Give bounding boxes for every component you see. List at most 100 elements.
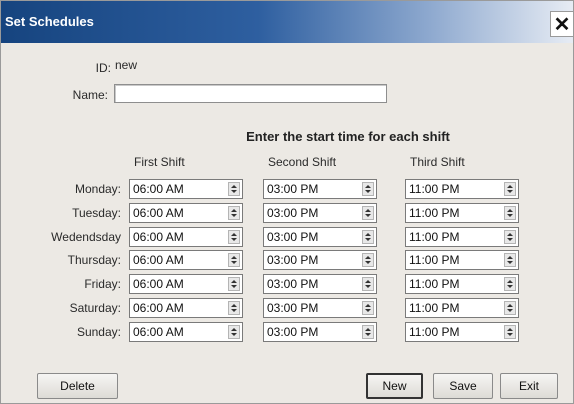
spinner-arrows-icon[interactable] [504, 301, 516, 315]
spinner-arrows-icon[interactable] [362, 325, 374, 339]
arrow-down-icon[interactable] [365, 214, 371, 217]
arrow-down-icon[interactable] [231, 214, 237, 217]
arrow-up-icon[interactable] [231, 185, 237, 188]
spinner-arrows-icon[interactable] [362, 182, 374, 196]
arrow-up-icon[interactable] [507, 256, 513, 259]
time-spinner-second-shift[interactable]: 03:00 PM [263, 203, 377, 223]
set-schedules-dialog: Set Schedules ✕ ID: new Name: Enter the … [0, 0, 574, 404]
arrow-down-icon[interactable] [507, 190, 513, 193]
spinner-arrows-icon[interactable] [504, 277, 516, 291]
spinner-arrows-icon[interactable] [362, 277, 374, 291]
time-spinner-first-shift[interactable]: 06:00 AM [129, 274, 243, 294]
arrow-up-icon[interactable] [231, 256, 237, 259]
arrow-up-icon[interactable] [231, 233, 237, 236]
arrow-down-icon[interactable] [231, 261, 237, 264]
arrow-down-icon[interactable] [231, 238, 237, 241]
arrow-up-icon[interactable] [365, 328, 371, 331]
arrow-down-icon[interactable] [507, 238, 513, 241]
time-value: 11:00 PM [409, 253, 460, 267]
name-field[interactable] [114, 84, 387, 103]
time-spinner-third-shift[interactable]: 11:00 PM [405, 203, 519, 223]
arrow-down-icon[interactable] [231, 190, 237, 193]
time-spinner-second-shift[interactable]: 03:00 PM [263, 227, 377, 247]
time-spinner-first-shift[interactable]: 06:00 AM [129, 203, 243, 223]
arrow-down-icon[interactable] [365, 261, 371, 264]
time-value: 06:00 AM [133, 230, 184, 244]
time-spinner-second-shift[interactable]: 03:00 PM [263, 298, 377, 318]
day-label: Monday: [74, 182, 121, 196]
close-button[interactable]: ✕ [550, 11, 574, 37]
time-spinner-third-shift[interactable]: 11:00 PM [405, 250, 519, 270]
spinner-arrows-icon[interactable] [362, 253, 374, 267]
arrow-down-icon[interactable] [507, 261, 513, 264]
arrow-up-icon[interactable] [507, 209, 513, 212]
arrow-up-icon[interactable] [231, 304, 237, 307]
arrow-down-icon[interactable] [365, 238, 371, 241]
arrow-up-icon[interactable] [365, 185, 371, 188]
arrow-up-icon[interactable] [507, 233, 513, 236]
time-spinner-second-shift[interactable]: 03:00 PM [263, 250, 377, 270]
time-spinner-second-shift[interactable]: 03:00 PM [263, 322, 377, 342]
arrow-up-icon[interactable] [231, 280, 237, 283]
spinner-arrows-icon[interactable] [362, 230, 374, 244]
time-value: 06:00 AM [133, 325, 184, 339]
time-spinner-second-shift[interactable]: 03:00 PM [263, 274, 377, 294]
time-value: 11:00 PM [409, 325, 460, 339]
arrow-down-icon[interactable] [365, 190, 371, 193]
time-spinner-first-shift[interactable]: 06:00 AM [129, 322, 243, 342]
arrow-down-icon[interactable] [507, 333, 513, 336]
spinner-arrows-icon[interactable] [228, 182, 240, 196]
arrow-up-icon[interactable] [365, 280, 371, 283]
spinner-arrows-icon[interactable] [504, 206, 516, 220]
arrow-down-icon[interactable] [507, 214, 513, 217]
spinner-arrows-icon[interactable] [504, 230, 516, 244]
spinner-arrows-icon[interactable] [228, 301, 240, 315]
time-spinner-first-shift[interactable]: 06:00 AM [129, 227, 243, 247]
time-spinner-third-shift[interactable]: 11:00 PM [405, 179, 519, 199]
spinner-arrows-icon[interactable] [362, 301, 374, 315]
spinner-arrows-icon[interactable] [228, 230, 240, 244]
exit-button[interactable]: Exit [500, 373, 558, 399]
day-label: Wedendsday [51, 230, 121, 244]
spinner-arrows-icon[interactable] [228, 325, 240, 339]
arrow-down-icon[interactable] [507, 309, 513, 312]
time-spinner-third-shift[interactable]: 11:00 PM [405, 298, 519, 318]
time-spinner-first-shift[interactable]: 06:00 AM [129, 250, 243, 270]
id-label: ID: [95, 61, 111, 75]
time-spinner-third-shift[interactable]: 11:00 PM [405, 322, 519, 342]
time-spinner-third-shift[interactable]: 11:00 PM [405, 274, 519, 294]
arrow-up-icon[interactable] [507, 328, 513, 331]
time-spinner-third-shift[interactable]: 11:00 PM [405, 227, 519, 247]
arrow-down-icon[interactable] [365, 285, 371, 288]
arrow-down-icon[interactable] [231, 309, 237, 312]
time-spinner-first-shift[interactable]: 06:00 AM [129, 298, 243, 318]
spinner-arrows-icon[interactable] [504, 325, 516, 339]
spinner-arrows-icon[interactable] [228, 253, 240, 267]
arrow-up-icon[interactable] [507, 185, 513, 188]
arrow-up-icon[interactable] [507, 304, 513, 307]
time-spinner-second-shift[interactable]: 03:00 PM [263, 179, 377, 199]
arrow-down-icon[interactable] [365, 309, 371, 312]
delete-button[interactable]: Delete [37, 373, 118, 399]
save-button[interactable]: Save [433, 373, 493, 399]
arrow-down-icon[interactable] [231, 333, 237, 336]
arrow-up-icon[interactable] [231, 209, 237, 212]
id-value: new [115, 58, 138, 72]
time-spinner-first-shift[interactable]: 06:00 AM [129, 179, 243, 199]
new-button[interactable]: New [366, 373, 423, 399]
spinner-arrows-icon[interactable] [504, 182, 516, 196]
arrow-up-icon[interactable] [365, 304, 371, 307]
spinner-arrows-icon[interactable] [362, 206, 374, 220]
arrow-up-icon[interactable] [507, 280, 513, 283]
spinner-arrows-icon[interactable] [228, 206, 240, 220]
arrow-down-icon[interactable] [507, 285, 513, 288]
spinner-arrows-icon[interactable] [228, 277, 240, 291]
arrow-down-icon[interactable] [365, 333, 371, 336]
arrow-down-icon[interactable] [231, 285, 237, 288]
arrow-up-icon[interactable] [231, 328, 237, 331]
arrow-up-icon[interactable] [365, 209, 371, 212]
spinner-arrows-icon[interactable] [504, 253, 516, 267]
arrow-up-icon[interactable] [365, 256, 371, 259]
arrow-up-icon[interactable] [365, 233, 371, 236]
time-value: 06:00 AM [133, 253, 184, 267]
